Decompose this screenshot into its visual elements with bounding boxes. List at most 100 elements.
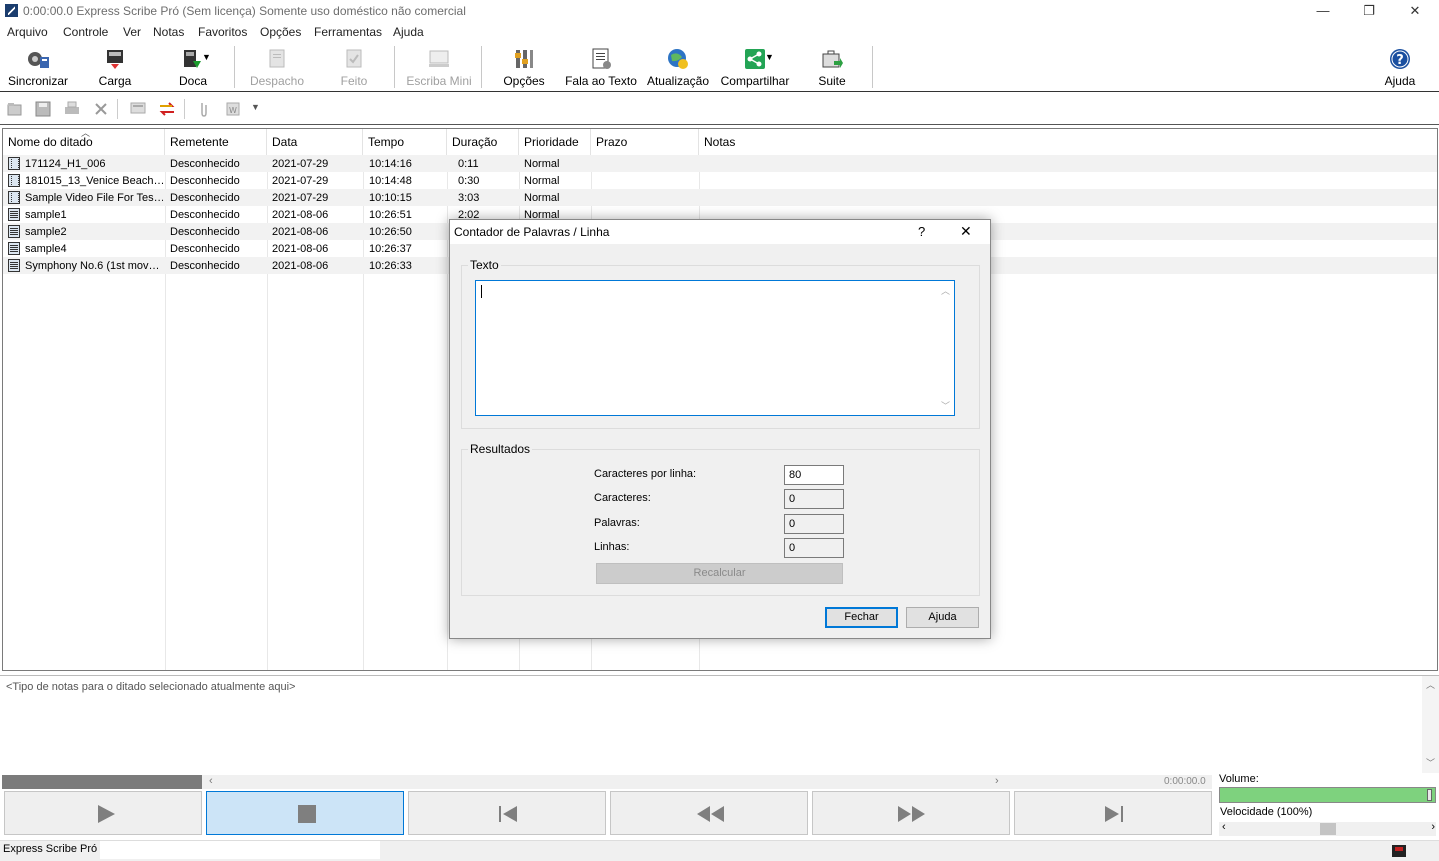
rewind-button[interactable]: [610, 791, 808, 835]
text-scroll-down-icon[interactable]: ﹀: [941, 399, 950, 412]
video-file-icon: [8, 174, 20, 187]
close-button[interactable]: Fechar: [825, 607, 898, 628]
delete-icon[interactable]: [92, 100, 110, 118]
column-header-priority[interactable]: Prioridade: [519, 129, 591, 155]
menu-controle[interactable]: Controle: [63, 25, 108, 39]
menu-ferramentas[interactable]: Ferramentas: [314, 25, 382, 39]
speed-slider[interactable]: ‹ ›: [1219, 821, 1436, 836]
skip-end-icon: [1105, 806, 1123, 822]
column-header-date[interactable]: Data: [267, 129, 363, 155]
lines-label: Linhas:: [594, 541, 630, 553]
dock-dropdown-icon[interactable]: ▼: [202, 52, 211, 62]
sync-button[interactable]: Sincronizar: [4, 44, 72, 90]
properties-icon[interactable]: [129, 100, 147, 118]
dialog-help-action-button[interactable]: Ajuda: [906, 607, 979, 628]
toolbar-separator: [872, 46, 873, 88]
scroll-up-icon[interactable]: ︿: [1426, 678, 1435, 691]
position-bar[interactable]: ‹ › 0:00:00.0: [2, 775, 1212, 789]
column-header-notes[interactable]: Notas: [699, 129, 1437, 155]
column-header-name[interactable]: Nome do ditado: [3, 129, 165, 155]
dispatch-button[interactable]: Despacho: [246, 44, 308, 90]
text-input-area[interactable]: ︿ ﹀: [475, 280, 955, 416]
options-button[interactable]: Opções: [500, 44, 548, 90]
speed-left-icon[interactable]: ‹: [1222, 821, 1226, 833]
text-group-label: Texto: [468, 258, 501, 272]
dialog-help-button[interactable]: ?: [918, 224, 925, 239]
share-button[interactable]: Compartilhar: [718, 44, 792, 90]
results-group-label: Resultados: [468, 442, 533, 456]
fast-forward-icon: [898, 806, 925, 822]
position-fill: [2, 775, 202, 789]
load-button[interactable]: Carga: [90, 44, 140, 90]
word-dropdown-icon[interactable]: ▼: [251, 102, 260, 112]
print-icon[interactable]: [63, 100, 81, 118]
column-header-time[interactable]: Tempo: [363, 129, 447, 155]
menu-ajuda[interactable]: Ajuda: [393, 25, 424, 39]
scroll-right-icon[interactable]: ›: [995, 775, 999, 787]
word-icon[interactable]: W: [224, 100, 242, 118]
volume-thumb[interactable]: [1427, 789, 1432, 801]
minimize-button[interactable]: —: [1300, 0, 1346, 23]
table-row[interactable]: 171124_H1_006 Desconhecido 2021-07-29 10…: [3, 155, 1437, 172]
table-row[interactable]: Sample Video File For Tes… Desconhecido …: [3, 189, 1437, 206]
dialog-title: Contador de Palavras / Linha: [454, 225, 610, 239]
column-header-duration[interactable]: Duração: [447, 129, 519, 155]
app-icon: [5, 4, 18, 17]
suite-icon: [820, 47, 844, 71]
menu-ver[interactable]: Ver: [123, 25, 141, 39]
status-text: Express Scribe Pró: [3, 843, 98, 855]
stop-button[interactable]: [206, 791, 404, 835]
transfer-icon[interactable]: [158, 100, 176, 118]
skip-to-end-button[interactable]: [1014, 791, 1212, 835]
restore-button[interactable]: ❐: [1346, 0, 1392, 23]
play-icon: [98, 805, 115, 823]
play-button[interactable]: [4, 791, 202, 835]
new-folder-icon[interactable]: [6, 100, 24, 118]
recalculate-button[interactable]: Recalcular: [596, 563, 843, 584]
speed-thumb[interactable]: [1319, 823, 1336, 835]
scribe-mini-button[interactable]: Escriba Mini: [402, 44, 476, 90]
record-indicator-icon: [1392, 845, 1406, 857]
column-header-deadline[interactable]: Prazo: [591, 129, 699, 155]
help-icon: ?: [1388, 47, 1412, 71]
menu-notas[interactable]: Notas: [153, 25, 184, 39]
save-icon[interactable]: [34, 100, 52, 118]
sync-icon: [26, 47, 50, 71]
volume-label: Volume:: [1219, 773, 1259, 785]
status-field: [100, 841, 380, 859]
words-field: 0: [784, 514, 844, 534]
suite-button[interactable]: Suite: [812, 44, 852, 90]
scroll-down-icon[interactable]: ﹀: [1426, 756, 1435, 769]
close-window-button[interactable]: ✕: [1392, 0, 1438, 23]
update-icon: [666, 47, 690, 71]
chars-per-line-field[interactable]: 80: [784, 465, 844, 485]
notes-area[interactable]: <Tipo de notas para o ditado selecionado…: [0, 675, 1439, 774]
notes-scrollbar[interactable]: ︿ ﹀: [1422, 676, 1439, 774]
speed-right-icon[interactable]: ›: [1431, 821, 1435, 833]
audio-file-icon: [8, 208, 20, 221]
text-scroll-up-icon[interactable]: ︿: [941, 284, 950, 297]
attach-icon[interactable]: [195, 100, 213, 118]
menu-favoritos[interactable]: Favoritos: [198, 25, 247, 39]
speech-to-text-button[interactable]: Fala ao Texto: [564, 44, 638, 90]
toolbar-separator: [117, 99, 118, 119]
volume-fill: [1220, 788, 1435, 802]
chars-label: Caracteres:: [594, 492, 651, 504]
chars-per-line-label: Caracteres por linha:: [594, 468, 697, 480]
menu-opcoes[interactable]: Opções: [260, 25, 301, 39]
fast-forward-button[interactable]: [812, 791, 1010, 835]
column-header-sender[interactable]: Remetente: [165, 129, 267, 155]
help-button[interactable]: ? Ajuda: [1380, 44, 1420, 90]
menu-arquivo[interactable]: Arquivo: [7, 25, 48, 39]
update-button[interactable]: Atualização: [644, 44, 712, 90]
window-title: 0:00:00.0 Express Scribe Pró (Sem licenç…: [23, 4, 466, 18]
done-button[interactable]: Feito: [334, 44, 374, 90]
dialog-close-button[interactable]: ✕: [960, 223, 972, 240]
volume-slider[interactable]: [1219, 787, 1436, 803]
share-dropdown-icon[interactable]: ▼: [765, 52, 774, 62]
toolbar-separator: [234, 46, 235, 88]
scroll-left-icon[interactable]: ‹: [209, 775, 213, 787]
table-row[interactable]: 181015_13_Venice Beach… Desconhecido 202…: [3, 172, 1437, 189]
rewind-to-start-button[interactable]: [408, 791, 606, 835]
dock-button[interactable]: Doca: [168, 44, 218, 90]
